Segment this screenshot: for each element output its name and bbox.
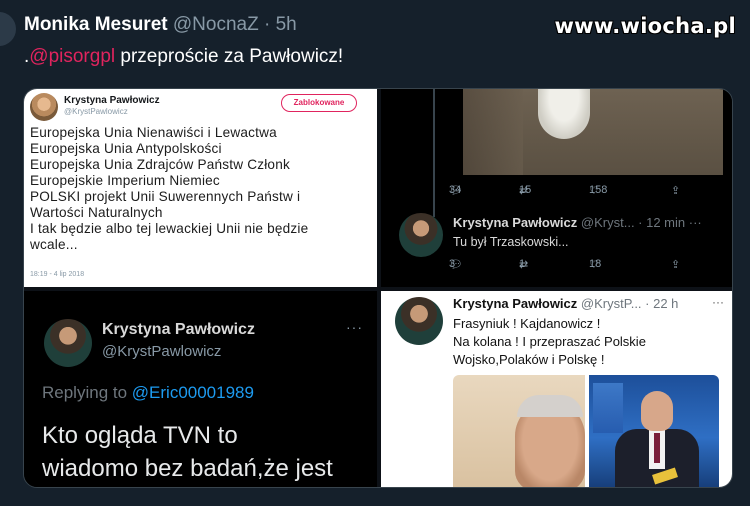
retweet-count: 1 [519,258,526,270]
share-icon: ⇪ [671,185,681,197]
author-name[interactable]: Monika Mesuret [24,14,168,35]
tweet-handle-time: @KrystP... · 22 h [580,296,679,311]
tweet-header: Krystyna Pawłowicz @KrystP... · 22 h [453,296,678,311]
quoted-line: wcale... [30,237,78,252]
quoted-line: Europejska Unia Antypolskości [30,141,222,156]
photo-floor [463,89,523,175]
blocked-badge: Zablokowane [281,94,357,112]
tweet-time[interactable]: · 5h [264,14,297,35]
media-image-3[interactable]: Krystyna Pawłowicz @KrystPawlowicz ··· R… [24,291,377,487]
tweet-body: Frasyniuk ! Kajdanowicz ! Na kolana ! I … [453,315,646,369]
reply-line: Kto ogląda TVN to [42,422,238,449]
reply-avatar [44,319,92,367]
replying-label: Replying to [42,383,132,402]
media-image-1[interactable]: Krystyna Pawłowicz @KrystPawlowicz Zablo… [24,89,377,287]
tweet-name: Krystyna Pawłowicz [453,296,578,311]
photo-head [641,391,673,431]
action-bar: 💬︎ 34 ⇄ 15 ♡ 158 ⇪ [449,184,719,200]
action-bar: 💬︎ 3 ⇄ 1 ♡ 18 ⇪ [449,258,719,274]
watermark: www.wiocha.pl [554,14,736,38]
photo-screen [593,383,623,433]
avatar[interactable] [0,12,16,46]
quoted-line: Europejska Unia Zdrajców Państw Członk [30,157,290,172]
retweet-count: 15 [519,184,532,196]
reply-count: 34 [449,184,462,196]
media-grid[interactable]: Krystyna Pawłowicz @KrystPawlowicz Zablo… [23,88,733,488]
tweet-header: Monika Mesuret @NocnaZ · 5h [24,14,297,36]
thread-line [433,89,435,217]
more-options-icon: ··· [712,295,724,309]
photo-bowl [538,89,590,139]
share-icon: ⇪ [671,259,681,271]
mention-link[interactable]: @pisorgpl [29,46,115,67]
more-options-icon: ··· [688,215,702,230]
quoted-date: 18:19 - 4 lip 2018 [30,271,85,278]
toilet-photo [463,89,723,175]
reply-name: Krystyna Pawłowicz [102,321,255,338]
author-handle[interactable]: @NocnaZ [173,14,259,35]
tweet-text: .@pisorgpl przeproście za Pawłowicz! [24,46,343,68]
reply-line: wiadomo bez badań,że jest [42,455,333,482]
quoted-line: Wartości Naturalnych [30,205,163,220]
like-count: 18 [589,258,602,270]
media-image-2[interactable]: 💬︎ 34 ⇄ 15 ♡ 158 ⇪ Krystyna Pawłowicz @K… [381,89,732,287]
reply-count: 3 [449,258,456,270]
quoted-handle: @KrystPawlowicz [64,107,128,116]
replying-mention: @Eric00001989 [131,383,254,402]
reply-avatar [399,213,443,257]
tweet-line: Frasyniuk ! Kajdanowicz ! [453,316,601,331]
tweet-avatar [395,297,443,345]
tweet-line: Wojsko,Polaków i Polskę ! [453,352,605,367]
reply-text: Kto ogląda TVN to wiadomo bez badań,że j… [42,419,333,485]
reply-text: Tu był Trzaskowski... [453,235,569,249]
reply-handle-time: @Kryst... · 12 min [580,215,686,230]
quoted-line: Europejskie Imperium Niemiec [30,173,220,188]
quoted-avatar [30,93,58,121]
quoted-line: Europejska Unia Nienawiści i Lewactwa [30,125,277,140]
media-image-4[interactable]: Krystyna Pawłowicz @KrystP... · 22 h ···… [381,291,732,487]
more-options-icon: ··· [346,319,363,335]
reply-name: Krystyna Pawłowicz [453,215,578,230]
quoted-line: I tak będzie albo tej lewackiej Unii nie… [30,221,309,236]
tweet-line: Na kolana ! I przepraszać Polskie [453,334,646,349]
like-count: 158 [589,184,608,196]
tweet-text-rest: przeproście za Pawłowicz! [115,46,344,67]
reply-handle: @KrystPawlowicz [102,343,222,360]
reply-header: Krystyna Pawłowicz @Kryst... · 12 min ··… [453,215,702,230]
quoted-text: Europejska Unia Nienawiści i Lewactwa Eu… [30,125,375,253]
quoted-name: Krystyna Pawłowicz [64,95,160,106]
replying-to: Replying to @Eric00001989 [42,383,254,403]
quoted-line: POLSKI projekt Unii Suwerennych Państw i [30,189,301,204]
photo-tie [654,433,660,463]
portrait-photo-right [589,375,719,487]
portrait-photo-left [453,375,585,487]
photo-hair [517,395,583,417]
